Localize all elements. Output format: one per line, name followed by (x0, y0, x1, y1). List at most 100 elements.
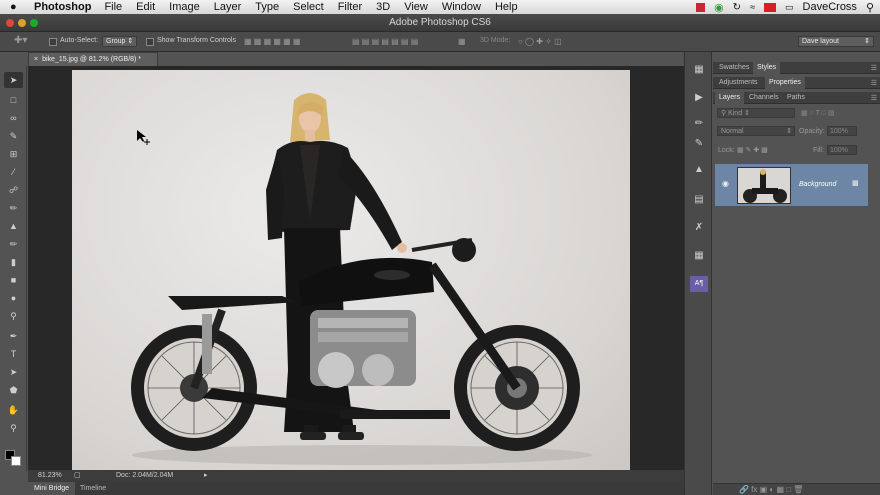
status-app-icon[interactable] (696, 2, 706, 12)
crop-tool-icon[interactable]: ⊞ (4, 146, 23, 162)
layer-filter-icons[interactable]: ▦ ○ T □ ▤ (801, 109, 835, 117)
clone-source-icon[interactable]: ▲ (690, 162, 708, 178)
menu-layer[interactable]: Layer (214, 0, 242, 14)
layer-filter-kind[interactable]: ⚲ Kind ⇕ (717, 108, 795, 118)
doc-info-icon[interactable]: ▢ (74, 471, 81, 479)
brush-panel-icon[interactable]: ✏ (690, 116, 708, 132)
lock-icons[interactable]: ▦ ✎ ✚ ▩ (737, 146, 768, 154)
eyedropper-tool-icon[interactable]: ⁄ (4, 164, 23, 180)
history-panel-icon[interactable]: ▦ (690, 62, 708, 78)
layer-row-background[interactable]: ◉ Background ▩ (715, 164, 868, 206)
auto-select-checkbox[interactable] (49, 38, 57, 46)
status-menu-arrow-icon[interactable]: ▸ (204, 471, 208, 479)
menu-type[interactable]: Type (255, 0, 279, 14)
clone-stamp-icon[interactable]: ▲ (4, 218, 23, 234)
blur-tool-icon[interactable]: ● (4, 290, 23, 306)
dodge-tool-icon[interactable]: ⚲ (4, 308, 23, 324)
wifi-icon[interactable]: ≈ (750, 2, 755, 12)
eye-visibility-icon[interactable]: ◉ (722, 179, 729, 188)
zoom-tool-icon[interactable]: ⚲ (4, 420, 23, 436)
options-bar: ✚▾ Auto-Select: Group ⇕ Show Transform C… (0, 32, 880, 52)
doc-size: Doc: 2.04M/2.04M (116, 472, 174, 479)
apple-menu-icon[interactable]: ● (10, 0, 24, 14)
tab-properties[interactable]: Properties (765, 77, 805, 89)
background-color-swatch[interactable] (11, 456, 21, 466)
healing-brush-icon[interactable]: ☍ (4, 182, 23, 198)
canvas-area[interactable] (28, 66, 684, 470)
lasso-tool-icon[interactable]: ∞ (4, 110, 23, 126)
menu-3d[interactable]: 3D (376, 0, 390, 14)
auto-select-dropdown[interactable]: Group ⇕ (102, 36, 138, 47)
info-panel-icon[interactable]: ▤ (690, 192, 708, 208)
menu-extras: ◉ ↻ ≈ ▭ DaveCross ⚲ (696, 0, 874, 14)
move-tool-preset-icon[interactable]: ✚▾ (14, 35, 27, 46)
tab-layers[interactable]: Layers (715, 92, 745, 104)
history-brush-icon[interactable]: ✏ (4, 236, 23, 252)
type-tool-icon[interactable]: T (4, 346, 23, 362)
menu-select[interactable]: Select (293, 0, 324, 14)
menu-edit[interactable]: Edit (136, 0, 155, 14)
battery-icon[interactable]: ▭ (785, 2, 794, 13)
status-bar: 81.23% ▢ Doc: 2.04M/2.04M ▸ (28, 470, 684, 481)
brush-tool-icon[interactable]: ✏ (4, 200, 23, 216)
gradient-tool-icon[interactable]: ■ (4, 272, 23, 288)
shape-tool-icon[interactable]: ⬟ (4, 382, 23, 398)
evernote-icon[interactable]: ◉ (714, 1, 724, 14)
notes-panel-icon[interactable]: ▦ (690, 248, 708, 264)
distribute-icons[interactable]: ▤ ▤ ▤ ▤ ▤ ▤ ▤ (352, 37, 418, 46)
tab-timeline[interactable]: Timeline (74, 482, 112, 495)
flag-icon[interactable] (764, 2, 777, 12)
marquee-tool-icon[interactable]: □ (4, 92, 23, 108)
layers-footer-icons[interactable]: 🔗 fx ▣ ◐ ▦ □ 🗑 (739, 485, 803, 494)
photo-illustration (131, 93, 592, 465)
align-icons[interactable]: ▦ ▦ ▦ ▦ ▦ ▦ (244, 37, 300, 46)
layer-name[interactable]: Background (799, 181, 836, 188)
auto-align-icon[interactable]: ▦ (458, 37, 466, 46)
workspace-dropdown[interactable]: Dave layout ⇕ (798, 36, 874, 47)
menu-help[interactable]: Help (495, 0, 518, 14)
tool-presets-icon[interactable]: ✗ (690, 220, 708, 236)
tab-adjustments[interactable]: Adjustments (715, 77, 762, 89)
tab-paths[interactable]: Paths (783, 92, 809, 104)
brush-presets-icon[interactable]: ✎ (690, 136, 708, 152)
mouse-cursor-icon (137, 130, 150, 145)
menu-window[interactable]: Window (442, 0, 481, 14)
zoom-icon[interactable] (30, 19, 38, 27)
close-icon[interactable] (6, 19, 14, 27)
blend-mode-dropdown[interactable]: Normal ⇕ (717, 126, 795, 136)
3d-mode-icons[interactable]: ○ ◯ ✚ ✧ ◫ (518, 37, 562, 46)
menu-file[interactable]: File (104, 0, 122, 14)
panel-menu-icon[interactable]: ☰ (871, 94, 877, 102)
panel-menu-icon[interactable]: ☰ (871, 79, 877, 87)
menu-filter[interactable]: Filter (338, 0, 362, 14)
layers-tab-row: Layers Channels Paths ☰ (713, 92, 880, 104)
quick-select-tool-icon[interactable]: ✎ (4, 128, 23, 144)
tab-swatches[interactable]: Swatches (715, 62, 753, 74)
opacity-field[interactable]: 100% (827, 126, 857, 136)
sync-icon[interactable]: ↻ (733, 2, 741, 13)
panel-menu-icon[interactable]: ☰ (871, 64, 877, 72)
hand-tool-icon[interactable]: ✋ (4, 402, 23, 418)
app-menu[interactable]: Photoshop (34, 1, 91, 13)
move-tool-icon[interactable]: ➤ (4, 72, 23, 88)
photo-canvas[interactable] (72, 70, 630, 470)
spotlight-icon[interactable]: ⚲ (866, 1, 874, 14)
actions-play-icon[interactable]: ▶ (690, 90, 708, 106)
tab-channels[interactable]: Channels (745, 92, 783, 104)
document-tab[interactable]: × bike_15.jpg @ 81.2% (RGB/8) * (28, 52, 158, 66)
show-transform-checkbox[interactable] (146, 38, 154, 46)
character-panel-icon[interactable]: A¶ (690, 276, 708, 292)
minimize-icon[interactable] (18, 19, 26, 27)
fill-field[interactable]: 100% (827, 145, 857, 155)
menu-view[interactable]: View (404, 0, 428, 14)
document-tab-title: bike_15.jpg @ 81.2% (RGB/8) * (42, 56, 142, 63)
eraser-tool-icon[interactable]: ▮ (4, 254, 23, 270)
tab-styles[interactable]: Styles (753, 62, 781, 74)
pen-tool-icon[interactable]: ✒ (4, 328, 23, 344)
path-select-icon[interactable]: ➤ (4, 364, 23, 380)
user-name[interactable]: DaveCross (803, 1, 857, 13)
tab-mini-bridge[interactable]: Mini Bridge (28, 482, 76, 495)
menu-image[interactable]: Image (169, 0, 200, 14)
zoom-level[interactable]: 81.23% (38, 472, 62, 479)
close-document-icon[interactable]: × (34, 56, 38, 63)
